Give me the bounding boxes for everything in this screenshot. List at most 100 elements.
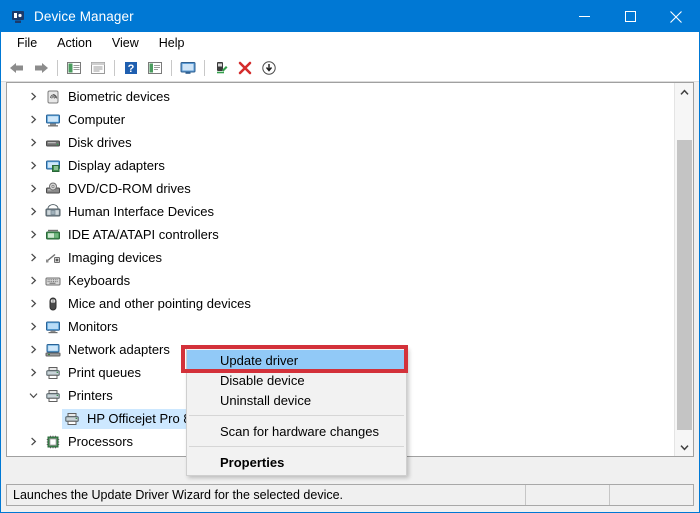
context-menu-item-disable-device[interactable]: Disable device	[187, 370, 406, 390]
menu-item-file[interactable]: File	[7, 34, 47, 53]
tree-item-content[interactable]: Software devices	[43, 455, 171, 457]
tree-item-content[interactable]: Disk drives	[43, 133, 136, 153]
chevron-right-icon[interactable]	[25, 273, 41, 289]
tree-item-biometric-devices[interactable]: Biometric devices	[7, 85, 674, 108]
tree-item-label: Printers	[68, 387, 113, 403]
scan-for-hardware-changes-button[interactable]	[143, 57, 167, 79]
tree-item-imaging-devices[interactable]: Imaging devices	[7, 246, 674, 269]
menu-item-action[interactable]: Action	[47, 34, 102, 53]
context-menu[interactable]: Update driver Disable device Uninstall dev…	[186, 347, 407, 476]
menu-item-view[interactable]: View	[102, 34, 149, 53]
chevron-right-icon[interactable]	[25, 296, 41, 312]
scroll-up-icon	[679, 88, 689, 95]
chevron-right-icon[interactable]	[25, 89, 41, 105]
chevron-right-icon[interactable]	[25, 250, 41, 266]
tree-item-content[interactable]: Network adapters	[43, 340, 174, 360]
vertical-scrollbar[interactable]	[674, 83, 693, 456]
properties-button[interactable]	[86, 57, 110, 79]
tree-item-content[interactable]: Keyboards	[43, 271, 134, 291]
tree-item-content[interactable]: Biometric devices	[43, 87, 174, 107]
processor-icon	[45, 434, 61, 450]
context-menu-item-properties[interactable]: Properties	[187, 452, 406, 472]
maximize-button[interactable]	[607, 1, 653, 32]
chevron-right-icon[interactable]	[25, 434, 41, 450]
tree-item-dvd-cd-rom-drives[interactable]: DVD/CD-ROM drives	[7, 177, 674, 200]
chevron-right-icon[interactable]	[25, 319, 41, 335]
chevron-right-icon[interactable]	[25, 158, 41, 174]
chevron-right-icon	[30, 161, 36, 170]
show-hide-console-tree-button[interactable]	[62, 57, 86, 79]
tree-item-monitors[interactable]: Monitors	[7, 315, 674, 338]
imaging-device-icon	[45, 250, 61, 266]
tree-item-human-interface-devices[interactable]: Human Interface Devices	[7, 200, 674, 223]
mouse-icon	[45, 296, 61, 312]
tree-item-content[interactable]: Mice and other pointing devices	[43, 294, 255, 314]
tree-item-content[interactable]: Imaging devices	[43, 248, 166, 268]
chevron-right-icon[interactable]	[25, 227, 41, 243]
chevron-right-icon	[30, 207, 36, 216]
tree-item-label: IDE ATA/ATAPI controllers	[68, 226, 219, 242]
menu-item-help[interactable]: Help	[149, 34, 195, 53]
context-menu-item-update-driver[interactable]: Update driver	[187, 350, 406, 370]
console-tree-icon	[67, 62, 81, 74]
back-arrow-icon	[10, 63, 23, 73]
tree-item-label: Imaging devices	[68, 249, 162, 265]
context-menu-item-uninstall-device[interactable]: Uninstall device	[187, 390, 406, 410]
tree-item-content[interactable]: Computer	[43, 110, 129, 130]
tree-item-mice-and-other-pointing-devices[interactable]: Mice and other pointing devices	[7, 292, 674, 315]
tree-item-content[interactable]: Print queues	[43, 363, 145, 383]
forward-button[interactable]	[29, 57, 53, 79]
toolbar-separator	[171, 60, 172, 76]
close-button[interactable]	[653, 1, 699, 32]
chevron-right-icon	[30, 322, 36, 331]
chevron-right-icon	[30, 92, 36, 101]
tree-item-content[interactable]: Human Interface Devices	[43, 202, 218, 222]
toolbar-separator	[57, 60, 58, 76]
help-button[interactable]: ?	[119, 57, 143, 79]
tree-item-content[interactable]: DVD/CD-ROM drives	[43, 179, 195, 199]
chevron-right-icon	[30, 138, 36, 147]
chevron-right-icon	[30, 115, 36, 124]
tree-item-disk-drives[interactable]: Disk drives	[7, 131, 674, 154]
back-button[interactable]	[5, 57, 29, 79]
enable-device-button[interactable]	[209, 57, 233, 79]
toolbar: ?	[1, 55, 699, 82]
tree-item-label: Disk drives	[68, 134, 132, 150]
chevron-right-icon	[30, 368, 36, 377]
scan-hardware-icon	[148, 62, 162, 74]
toolbar-separator	[204, 60, 205, 76]
minimize-button[interactable]	[561, 1, 607, 32]
ide-controller-icon	[45, 227, 61, 243]
context-menu-item-scan-for-hardware-changes[interactable]: Scan for hardware changes	[187, 421, 406, 441]
tree-item-display-adapters[interactable]: Display adapters	[7, 154, 674, 177]
tree-item-label: Biometric devices	[68, 88, 170, 104]
chevron-right-icon	[30, 299, 36, 308]
update-driver-button[interactable]	[176, 57, 200, 79]
chevron-right-icon	[30, 253, 36, 262]
tree-item-content[interactable]: IDE ATA/ATAPI controllers	[43, 225, 223, 245]
chevron-right-icon[interactable]	[25, 112, 41, 128]
chevron-right-icon[interactable]	[25, 135, 41, 151]
svg-text:?: ?	[128, 63, 135, 75]
tree-item-content[interactable]: Processors	[43, 432, 137, 452]
tree-item-computer[interactable]: Computer	[7, 108, 674, 131]
tree-item-ide-ata-atapi-controllers[interactable]: IDE ATA/ATAPI controllers	[7, 223, 674, 246]
disable-device-button[interactable]	[257, 57, 281, 79]
chevron-right-icon[interactable]	[25, 342, 41, 358]
properties-window-icon	[91, 62, 105, 74]
window-controls	[561, 1, 699, 32]
tree-item-content[interactable]: Display adapters	[43, 156, 169, 176]
chevron-right-icon[interactable]	[25, 365, 41, 381]
scroll-up-button[interactable]	[675, 83, 693, 101]
dvd-drive-icon	[45, 181, 61, 197]
tree-item-content[interactable]: Printers	[43, 386, 117, 406]
tree-item-content[interactable]: Monitors	[43, 317, 122, 337]
chevron-down-icon[interactable]	[25, 388, 41, 404]
help-question-icon: ?	[125, 62, 137, 75]
chevron-right-icon[interactable]	[25, 181, 41, 197]
chevron-right-icon[interactable]	[25, 204, 41, 220]
tree-item-keyboards[interactable]: Keyboards	[7, 269, 674, 292]
scrollbar-thumb[interactable]	[677, 140, 692, 430]
uninstall-device-button[interactable]	[233, 57, 257, 79]
scroll-down-button[interactable]	[675, 438, 693, 456]
